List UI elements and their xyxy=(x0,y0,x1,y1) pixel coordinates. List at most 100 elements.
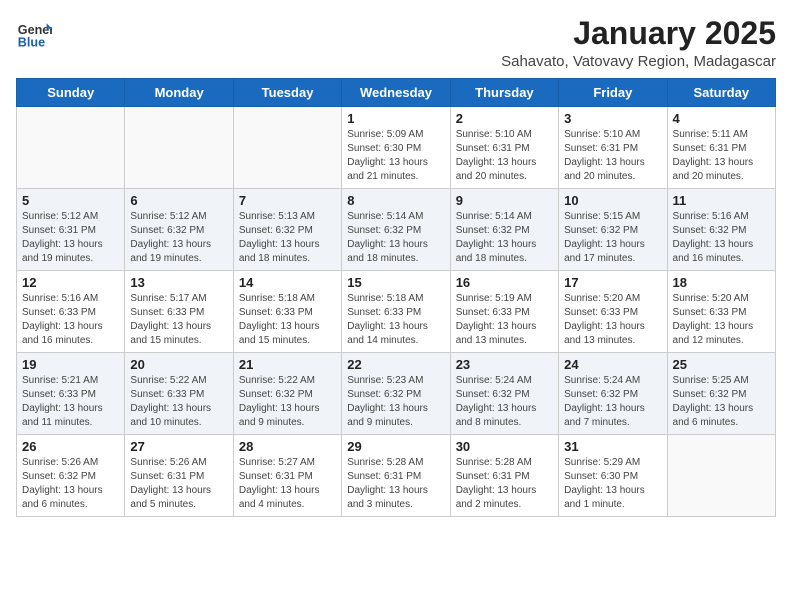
day-info: Sunrise: 5:18 AM Sunset: 6:33 PM Dayligh… xyxy=(347,292,444,348)
calendar-week-row: 12 Sunrise: 5:16 AM Sunset: 6:33 PM Dayli… xyxy=(17,271,776,353)
day-number: 19 xyxy=(22,357,119,372)
day-info: Sunrise: 5:26 AM Sunset: 6:32 PM Dayligh… xyxy=(22,456,119,512)
day-number: 14 xyxy=(239,275,336,290)
calendar-cell: 1 Sunrise: 5:09 AM Sunset: 6:30 PM Daylig… xyxy=(342,107,450,189)
calendar-cell xyxy=(17,107,125,189)
day-info: Sunrise: 5:10 AM Sunset: 6:31 PM Dayligh… xyxy=(456,128,553,184)
day-number: 2 xyxy=(456,111,553,126)
day-info: Sunrise: 5:15 AM Sunset: 6:32 PM Dayligh… xyxy=(564,210,661,266)
title-block: January 2025 Sahavato, Vatovavy Region, … xyxy=(501,16,776,70)
day-number: 18 xyxy=(673,275,770,290)
day-info: Sunrise: 5:22 AM Sunset: 6:33 PM Dayligh… xyxy=(130,374,227,430)
calendar-cell: 19Sunrise: 5:21 AM Sunset: 6:33 PM Dayli… xyxy=(17,353,125,435)
day-number: 24 xyxy=(564,357,661,372)
svg-text:Blue: Blue xyxy=(18,36,45,50)
calendar-cell: 4Sunrise: 5:11 AM Sunset: 6:31 PM Daylig… xyxy=(667,107,775,189)
day-number: 22 xyxy=(347,357,444,372)
calendar-cell: 3 Sunrise: 5:10 AM Sunset: 6:31 PM Daylig… xyxy=(559,107,667,189)
day-number: 3 xyxy=(564,111,661,126)
day-number: 27 xyxy=(130,439,227,454)
day-number: 28 xyxy=(239,439,336,454)
calendar-cell: 26 Sunrise: 5:26 AM Sunset: 6:32 PM Dayli… xyxy=(17,435,125,517)
calendar-week-row: 26 Sunrise: 5:26 AM Sunset: 6:32 PM Dayli… xyxy=(17,435,776,517)
calendar-cell: 11 Sunrise: 5:16 AM Sunset: 6:32 PM Dayli… xyxy=(667,189,775,271)
day-info: Sunrise: 5:29 AM Sunset: 6:30 PM Dayligh… xyxy=(564,456,661,512)
day-info: Sunrise: 5:14 AM Sunset: 6:32 PM Dayligh… xyxy=(347,210,444,266)
day-info: Sunrise: 5:20 AM Sunset: 6:33 PM Dayligh… xyxy=(564,292,661,348)
day-info: Sunrise: 5:10 AM Sunset: 6:31 PM Dayligh… xyxy=(564,128,661,184)
weekday-header-thursday: Thursday xyxy=(450,79,558,107)
day-number: 8 xyxy=(347,193,444,208)
day-number: 12 xyxy=(22,275,119,290)
day-number: 25 xyxy=(673,357,770,372)
day-number: 30 xyxy=(456,439,553,454)
calendar-cell: 24Sunrise: 5:24 AM Sunset: 6:32 PM Dayli… xyxy=(559,353,667,435)
calendar-cell: 28 Sunrise: 5:27 AM Sunset: 6:31 PM Dayli… xyxy=(233,435,341,517)
calendar-cell: 6Sunrise: 5:12 AM Sunset: 6:32 PM Daylig… xyxy=(125,189,233,271)
calendar-week-row: 5 Sunrise: 5:12 AM Sunset: 6:31 PM Daylig… xyxy=(17,189,776,271)
day-info: Sunrise: 5:23 AM Sunset: 6:32 PM Dayligh… xyxy=(347,374,444,430)
day-info: Sunrise: 5:28 AM Sunset: 6:31 PM Dayligh… xyxy=(456,456,553,512)
calendar-cell: 20 Sunrise: 5:22 AM Sunset: 6:33 PM Dayli… xyxy=(125,353,233,435)
day-number: 17 xyxy=(564,275,661,290)
day-number: 26 xyxy=(22,439,119,454)
day-info: Sunrise: 5:26 AM Sunset: 6:31 PM Dayligh… xyxy=(130,456,227,512)
day-number: 10 xyxy=(564,193,661,208)
weekday-header-row: SundayMondayTuesdayWednesdayThursdayFrid… xyxy=(17,79,776,107)
calendar-cell: 23 Sunrise: 5:24 AM Sunset: 6:32 PM Dayli… xyxy=(450,353,558,435)
weekday-header-tuesday: Tuesday xyxy=(233,79,341,107)
calendar-cell: 12 Sunrise: 5:16 AM Sunset: 6:33 PM Dayli… xyxy=(17,271,125,353)
page-header: General Blue January 2025 Sahavato, Vato… xyxy=(16,16,776,70)
day-number: 11 xyxy=(673,193,770,208)
day-info: Sunrise: 5:20 AM Sunset: 6:33 PM Dayligh… xyxy=(673,292,770,348)
day-info: Sunrise: 5:28 AM Sunset: 6:31 PM Dayligh… xyxy=(347,456,444,512)
day-info: Sunrise: 5:25 AM Sunset: 6:32 PM Dayligh… xyxy=(673,374,770,430)
day-number: 7 xyxy=(239,193,336,208)
day-info: Sunrise: 5:12 AM Sunset: 6:32 PM Dayligh… xyxy=(130,210,227,266)
day-number: 16 xyxy=(456,275,553,290)
day-info: Sunrise: 5:24 AM Sunset: 6:32 PM Dayligh… xyxy=(456,374,553,430)
calendar-cell: 14 Sunrise: 5:18 AM Sunset: 6:33 PM Dayli… xyxy=(233,271,341,353)
calendar-cell: 15 Sunrise: 5:18 AM Sunset: 6:33 PM Dayli… xyxy=(342,271,450,353)
day-info: Sunrise: 5:16 AM Sunset: 6:33 PM Dayligh… xyxy=(22,292,119,348)
calendar-cell: 29Sunrise: 5:28 AM Sunset: 6:31 PM Dayli… xyxy=(342,435,450,517)
day-info: Sunrise: 5:18 AM Sunset: 6:33 PM Dayligh… xyxy=(239,292,336,348)
day-number: 15 xyxy=(347,275,444,290)
day-info: Sunrise: 5:12 AM Sunset: 6:31 PM Dayligh… xyxy=(22,210,119,266)
day-number: 1 xyxy=(347,111,444,126)
calendar-cell: 31 Sunrise: 5:29 AM Sunset: 6:30 PM Dayli… xyxy=(559,435,667,517)
day-number: 20 xyxy=(130,357,227,372)
day-number: 21 xyxy=(239,357,336,372)
calendar-cell: 10 Sunrise: 5:15 AM Sunset: 6:32 PM Dayli… xyxy=(559,189,667,271)
calendar-week-row: 1 Sunrise: 5:09 AM Sunset: 6:30 PM Daylig… xyxy=(17,107,776,189)
calendar-cell xyxy=(233,107,341,189)
calendar-cell: 8 Sunrise: 5:14 AM Sunset: 6:32 PM Daylig… xyxy=(342,189,450,271)
calendar-cell: 7 Sunrise: 5:13 AM Sunset: 6:32 PM Daylig… xyxy=(233,189,341,271)
location-subtitle: Sahavato, Vatovavy Region, Madagascar xyxy=(501,53,776,70)
day-info: Sunrise: 5:09 AM Sunset: 6:30 PM Dayligh… xyxy=(347,128,444,184)
calendar-cell: 9Sunrise: 5:14 AM Sunset: 6:32 PM Daylig… xyxy=(450,189,558,271)
weekday-header-monday: Monday xyxy=(125,79,233,107)
day-info: Sunrise: 5:16 AM Sunset: 6:32 PM Dayligh… xyxy=(673,210,770,266)
calendar-cell: 2 Sunrise: 5:10 AM Sunset: 6:31 PM Daylig… xyxy=(450,107,558,189)
weekday-header-wednesday: Wednesday xyxy=(342,79,450,107)
day-number: 23 xyxy=(456,357,553,372)
calendar-cell xyxy=(667,435,775,517)
calendar-cell: 18 Sunrise: 5:20 AM Sunset: 6:33 PM Dayli… xyxy=(667,271,775,353)
calendar-cell: 22 Sunrise: 5:23 AM Sunset: 6:32 PM Dayli… xyxy=(342,353,450,435)
day-info: Sunrise: 5:27 AM Sunset: 6:31 PM Dayligh… xyxy=(239,456,336,512)
weekday-header-friday: Friday xyxy=(559,79,667,107)
weekday-header-saturday: Saturday xyxy=(667,79,775,107)
calendar-cell: 5 Sunrise: 5:12 AM Sunset: 6:31 PM Daylig… xyxy=(17,189,125,271)
calendar-cell: 13Sunrise: 5:17 AM Sunset: 6:33 PM Dayli… xyxy=(125,271,233,353)
logo: General Blue xyxy=(16,16,52,52)
day-info: Sunrise: 5:22 AM Sunset: 6:32 PM Dayligh… xyxy=(239,374,336,430)
day-info: Sunrise: 5:13 AM Sunset: 6:32 PM Dayligh… xyxy=(239,210,336,266)
day-number: 5 xyxy=(22,193,119,208)
calendar-table: SundayMondayTuesdayWednesdayThursdayFrid… xyxy=(16,78,776,517)
day-number: 13 xyxy=(130,275,227,290)
day-info: Sunrise: 5:14 AM Sunset: 6:32 PM Dayligh… xyxy=(456,210,553,266)
calendar-cell: 17 Sunrise: 5:20 AM Sunset: 6:33 PM Dayli… xyxy=(559,271,667,353)
day-number: 31 xyxy=(564,439,661,454)
calendar-week-row: 19Sunrise: 5:21 AM Sunset: 6:33 PM Dayli… xyxy=(17,353,776,435)
